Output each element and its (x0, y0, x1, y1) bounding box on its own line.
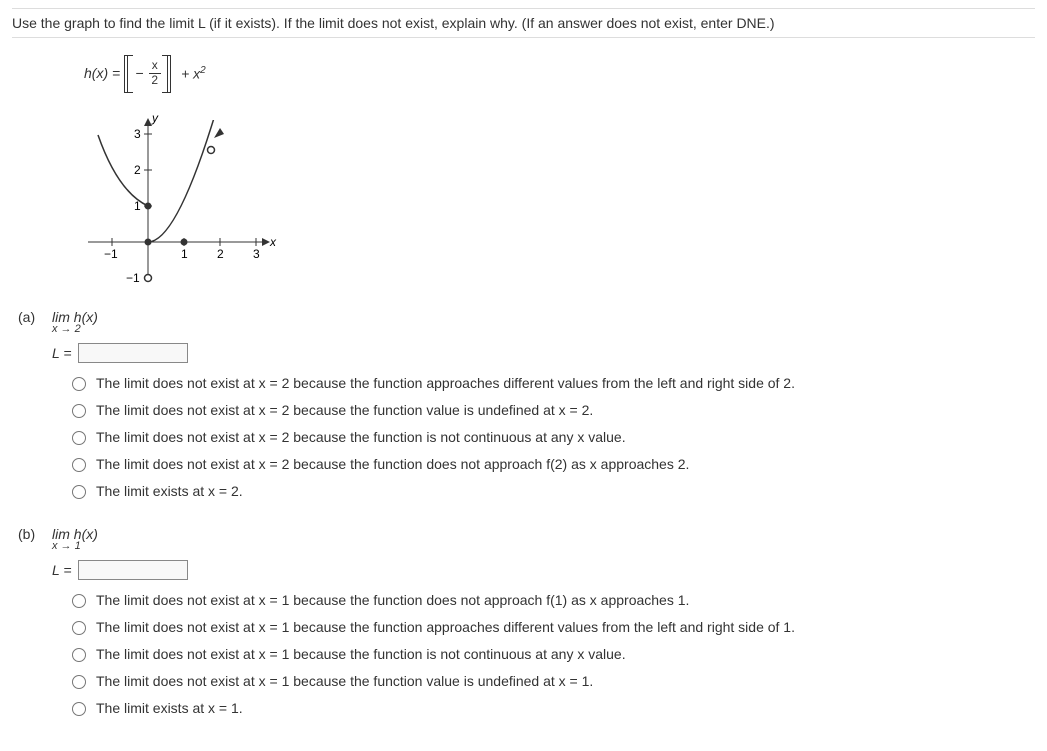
radio-a-5[interactable] (72, 485, 86, 499)
option-a-1[interactable]: The limit does not exist at x = 2 becaus… (72, 373, 1035, 394)
svg-text:1: 1 (181, 247, 188, 261)
prompt-text: Use the graph to find the limit L (if it… (12, 15, 775, 31)
ytick-3: 3 (134, 127, 141, 141)
answer-input-b[interactable] (78, 560, 188, 580)
option-text: The limit does not exist at x = 1 becaus… (96, 617, 795, 638)
svg-text:x: x (269, 235, 277, 249)
option-text: The limit exists at x = 2. (96, 481, 243, 502)
neg-sign: − (135, 65, 143, 81)
option-b-1[interactable]: The limit does not exist at x = 1 becaus… (72, 590, 1035, 611)
radio-b-4[interactable] (72, 675, 86, 689)
options-b: The limit does not exist at x = 1 becaus… (72, 590, 1035, 719)
part-a-label: (a) (12, 309, 52, 325)
fraction: x 2 (148, 59, 161, 86)
option-a-5[interactable]: The limit exists at x = 2. (72, 481, 1035, 502)
option-text: The limit does not exist at x = 1 becaus… (96, 590, 689, 611)
radio-a-4[interactable] (72, 458, 86, 472)
numerator: x (149, 59, 161, 73)
part-b-label: (b) (12, 526, 52, 542)
limit-expr-a: lim h(x) x → 2 (52, 309, 98, 335)
option-text: The limit does not exist at x = 1 becaus… (96, 671, 593, 692)
func-lhs: h(x) = (84, 65, 120, 81)
answer-input-a[interactable] (78, 343, 188, 363)
option-text: The limit does not exist at x = 2 becaus… (96, 454, 689, 475)
radio-b-1[interactable] (72, 594, 86, 608)
option-b-5[interactable]: The limit exists at x = 1. (72, 698, 1035, 719)
graph-svg: 3 2 1 −1 −1 1 2 3 y x (68, 110, 278, 285)
options-a: The limit does not exist at x = 2 becaus… (72, 373, 1035, 502)
radio-b-3[interactable] (72, 648, 86, 662)
double-bracket-term: − x 2 (124, 54, 171, 92)
svg-text:2: 2 (217, 247, 224, 261)
part-b: (b) lim h(x) x → 1 L = The limit does no… (12, 526, 1035, 719)
option-text: The limit exists at x = 1. (96, 698, 243, 719)
denominator: 2 (148, 74, 161, 87)
limit-expr-b: lim h(x) x → 1 (52, 526, 98, 552)
option-b-2[interactable]: The limit does not exist at x = 1 becaus… (72, 617, 1035, 638)
plus-x-squared: + x2 (181, 65, 206, 82)
option-a-3[interactable]: The limit does not exist at x = 2 becaus… (72, 427, 1035, 448)
function-definition: h(x) = − x 2 + x2 (84, 54, 1035, 92)
radio-a-1[interactable] (72, 377, 86, 391)
option-text: The limit does not exist at x = 1 becaus… (96, 644, 626, 665)
svg-text:2: 2 (134, 163, 141, 177)
L-equals-a: L = (52, 343, 1035, 363)
radio-b-2[interactable] (72, 621, 86, 635)
svg-text:−1: −1 (104, 247, 118, 261)
L-equals-b: L = (52, 560, 1035, 580)
option-b-4[interactable]: The limit does not exist at x = 1 becaus… (72, 671, 1035, 692)
svg-text:3: 3 (253, 247, 260, 261)
option-text: The limit does not exist at x = 2 becaus… (96, 400, 593, 421)
option-text: The limit does not exist at x = 2 becaus… (96, 373, 795, 394)
double-bracket-left-icon (124, 55, 132, 91)
radio-a-3[interactable] (72, 431, 86, 445)
part-a: (a) lim h(x) x → 2 L = The limit does no… (12, 309, 1035, 502)
radio-a-2[interactable] (72, 404, 86, 418)
graph: 3 2 1 −1 −1 1 2 3 y x (68, 110, 278, 285)
radio-b-5[interactable] (72, 702, 86, 716)
double-bracket-right-icon (163, 55, 171, 91)
option-a-2[interactable]: The limit does not exist at x = 2 becaus… (72, 400, 1035, 421)
option-a-4[interactable]: The limit does not exist at x = 2 becaus… (72, 454, 1035, 475)
svg-text:y: y (151, 111, 159, 125)
option-text: The limit does not exist at x = 2 becaus… (96, 427, 626, 448)
prompt: Use the graph to find the limit L (if it… (12, 8, 1035, 38)
svg-text:−1: −1 (126, 271, 140, 285)
option-b-3[interactable]: The limit does not exist at x = 1 becaus… (72, 644, 1035, 665)
